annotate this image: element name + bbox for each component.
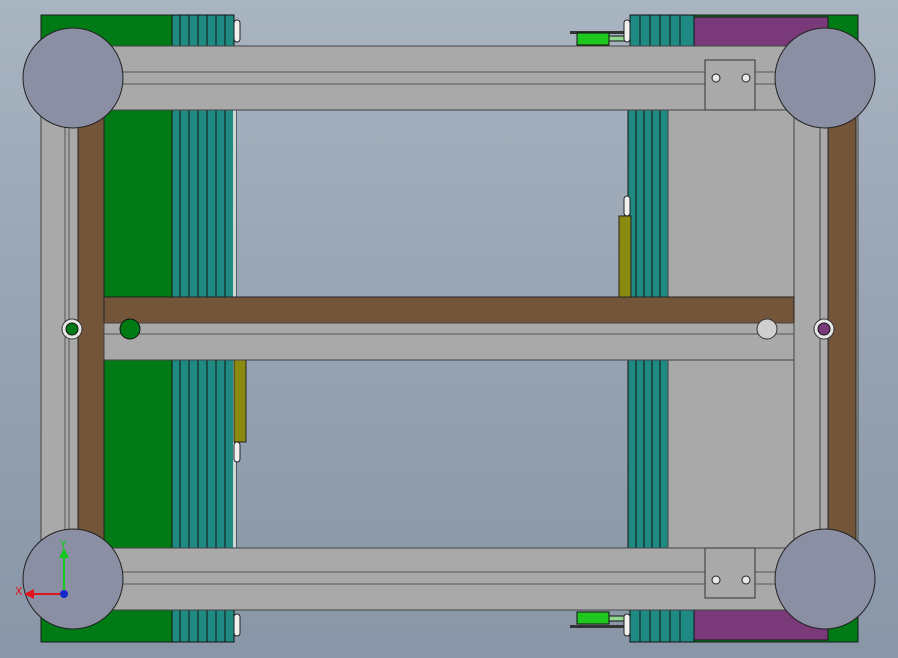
clip-sensor-right bbox=[623, 195, 631, 217]
teal-block-stack-left-upper bbox=[171, 109, 237, 299]
actuator-bottom bbox=[570, 611, 631, 628]
teal-block-stack-right-upper bbox=[627, 109, 669, 299]
green-plate-left-upper bbox=[103, 109, 175, 299]
teal-block-stack-top-left bbox=[171, 14, 235, 48]
middle-brown-beam bbox=[103, 296, 795, 324]
grey-panel-right-upper bbox=[667, 109, 795, 299]
green-plate-left-lower bbox=[103, 359, 175, 549]
grey-panel-right-lower bbox=[667, 359, 795, 549]
actuator-top bbox=[570, 31, 631, 46]
green-knob bbox=[119, 318, 141, 340]
mounting-bracket-top bbox=[704, 59, 756, 111]
olive-sensor-right bbox=[618, 215, 632, 299]
caster-wheel-top-left bbox=[22, 27, 124, 129]
clip-top-left bbox=[233, 19, 241, 43]
axis-origin bbox=[60, 590, 68, 598]
axis-y-label: Y bbox=[59, 538, 67, 551]
teal-block-stack-left-lower bbox=[171, 359, 237, 549]
caster-wheel-top-right bbox=[774, 27, 876, 129]
middle-aluminum-beam bbox=[103, 322, 795, 361]
teal-block-stack-right-lower bbox=[627, 359, 669, 549]
bolt-hole-right bbox=[813, 318, 835, 340]
caster-wheel-bottom-right bbox=[774, 528, 876, 630]
olive-sensor-left bbox=[233, 359, 247, 443]
frame-top-view-drawing: Y X bbox=[15, 14, 876, 643]
teal-block-stack-bottom-left bbox=[171, 609, 235, 643]
bolt-hole-left bbox=[61, 318, 83, 340]
clip-bottom-left bbox=[233, 613, 241, 637]
cad-viewport[interactable]: Y X bbox=[0, 0, 898, 658]
teal-block-stack-bottom-right bbox=[629, 609, 695, 643]
clip-bottom-right bbox=[623, 613, 631, 637]
caster-wheel-bottom-left bbox=[22, 528, 124, 630]
mounting-bracket-bottom bbox=[704, 547, 756, 599]
clip-top-right bbox=[623, 19, 631, 43]
teal-block-stack-top-right bbox=[629, 14, 695, 48]
clip-sensor-left bbox=[233, 441, 241, 463]
axis-x-label: X bbox=[15, 585, 23, 598]
grey-knob bbox=[756, 318, 778, 340]
